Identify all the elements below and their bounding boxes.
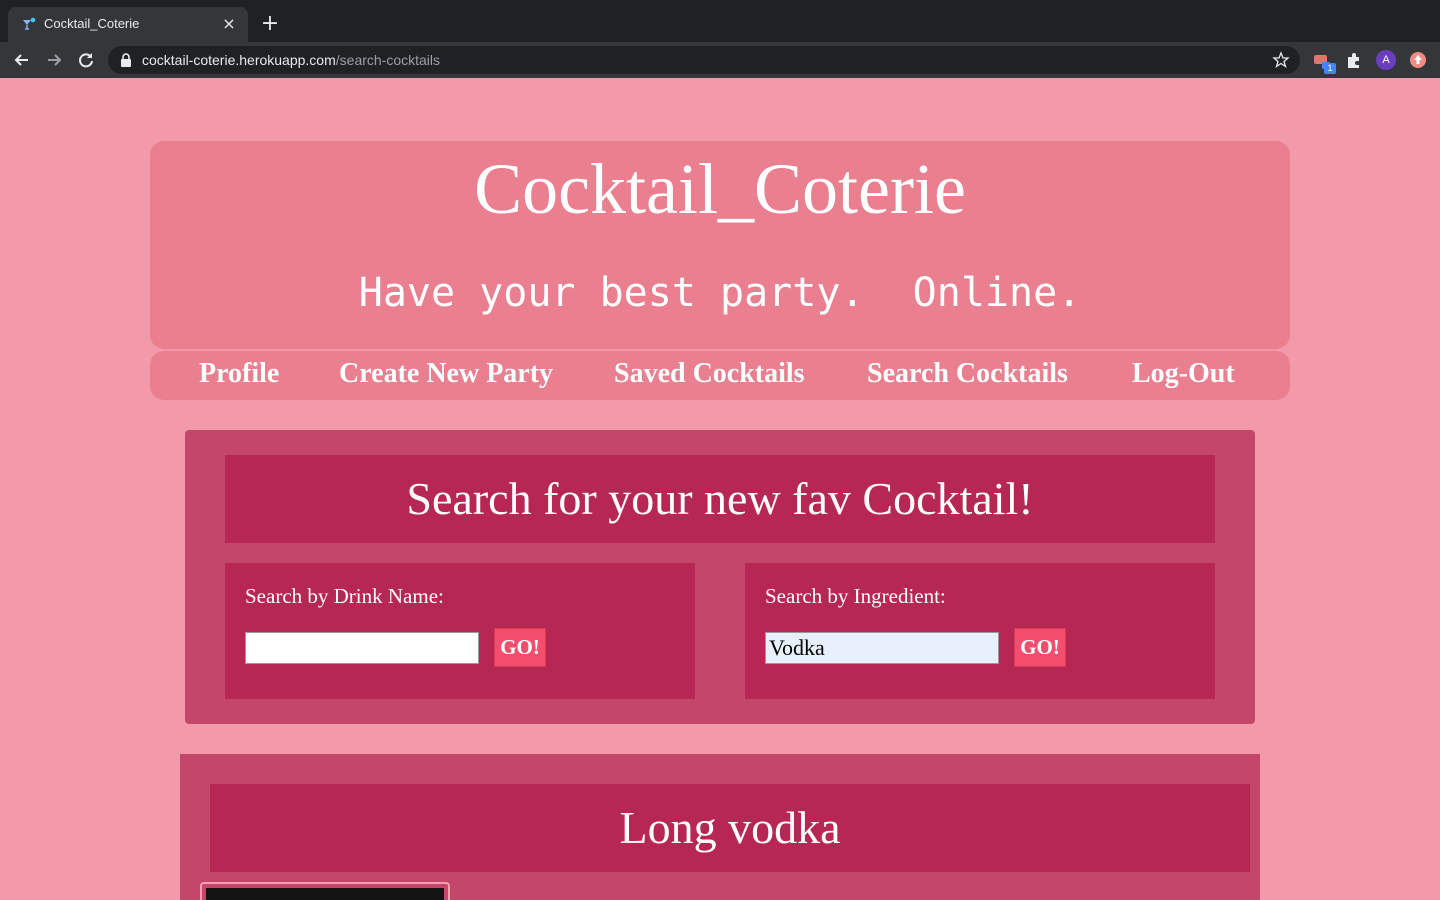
- search-by-ingredient-go-button[interactable]: GO!: [1014, 628, 1066, 667]
- site-tagline: Have your best party. Online.: [358, 270, 1082, 316]
- puzzle-extensions-icon[interactable]: [1344, 50, 1364, 70]
- site-title: Cocktail_Coterie: [474, 149, 966, 229]
- new-tab-icon[interactable]: +: [259, 13, 281, 35]
- nav-link-profile[interactable]: Profile: [199, 356, 279, 392]
- search-by-ingredient-label: Search by Ingredient:: [765, 584, 946, 608]
- profile-avatar[interactable]: A: [1376, 50, 1396, 70]
- nav-link-log-out[interactable]: Log-Out: [1132, 356, 1235, 392]
- extension-badge: 1: [1324, 63, 1336, 74]
- lock-icon: [121, 53, 131, 67]
- bookmark-star-icon[interactable]: [1272, 51, 1290, 69]
- cocktail-favicon-icon: [23, 17, 36, 30]
- ingredient-input[interactable]: [765, 632, 999, 664]
- tab-title: Cocktail_Coterie: [44, 16, 140, 31]
- address-bar[interactable]: cocktail-coterie.herokuapp.com/search-co…: [108, 46, 1300, 74]
- search-by-name-go-button[interactable]: GO!: [494, 628, 546, 667]
- cocktail-image[interactable]: [206, 888, 444, 900]
- nav-link-search-cocktails[interactable]: Search Cocktails: [867, 356, 1068, 392]
- url-text: cocktail-coterie.herokuapp.com/search-co…: [142, 52, 440, 68]
- url-path: /search-cocktails: [335, 52, 441, 68]
- search-heading: Search for your new fav Cocktail!: [406, 473, 1034, 524]
- result-title[interactable]: Long vodka: [210, 799, 1250, 857]
- browser-tab[interactable]: Cocktail_Coterie ×: [8, 7, 248, 42]
- nav-link-create-new-party[interactable]: Create New Party: [339, 356, 553, 392]
- browser-tab-strip: Cocktail_Coterie × +: [0, 0, 1440, 42]
- update-icon[interactable]: [1408, 50, 1428, 70]
- forward-arrow-icon[interactable]: [43, 49, 65, 71]
- close-tab-icon[interactable]: ×: [220, 15, 238, 33]
- drink-name-input[interactable]: [245, 632, 479, 664]
- reload-icon[interactable]: [75, 49, 97, 71]
- nav-link-saved-cocktails[interactable]: Saved Cocktails: [614, 356, 805, 392]
- url-host: cocktail-coterie.herokuapp.com: [142, 52, 336, 68]
- browser-toolbar: cocktail-coterie.herokuapp.com/search-co…: [0, 42, 1440, 78]
- back-arrow-icon[interactable]: [11, 49, 33, 71]
- search-by-name-label: Search by Drink Name:: [245, 584, 444, 608]
